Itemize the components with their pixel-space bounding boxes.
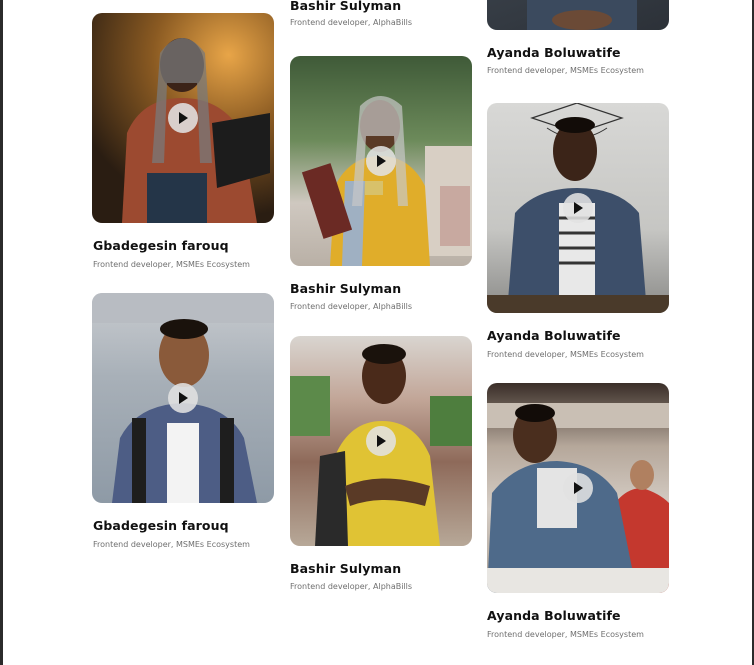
card-role: Frontend developer, MSMEs Ecosystem [93, 540, 250, 549]
video-thumbnail[interactable] [92, 13, 274, 223]
play-icon [574, 482, 583, 494]
video-thumbnail[interactable] [487, 103, 669, 313]
play-button[interactable] [168, 103, 198, 133]
card-role: Frontend developer, AlphaBills [290, 582, 413, 591]
play-icon [574, 202, 583, 214]
card-role: Frontend developer, MSMEs Ecosystem [487, 66, 644, 75]
card-name: Gbadegesin farouq [93, 518, 229, 533]
play-button[interactable] [168, 383, 198, 413]
play-icon [377, 155, 386, 167]
play-icon [377, 435, 386, 447]
card-name: Bashir Sulyman [290, 0, 402, 13]
video-thumbnail[interactable] [487, 0, 669, 30]
window-border-left [0, 0, 3, 665]
video-thumbnail[interactable] [290, 56, 472, 266]
card-name: Bashir Sulyman [290, 561, 402, 576]
card-name: Ayanda Boluwatife [487, 45, 621, 60]
card-name: Bashir Sulyman [290, 281, 402, 296]
play-button[interactable] [366, 146, 396, 176]
card-name: Ayanda Boluwatife [487, 328, 621, 343]
play-button[interactable] [563, 473, 593, 503]
play-icon [179, 392, 188, 404]
play-icon [179, 112, 188, 124]
card-role: Frontend developer, MSMEs Ecosystem [487, 350, 644, 359]
card-name: Ayanda Boluwatife [487, 608, 621, 623]
play-button[interactable] [366, 426, 396, 456]
card-name: Gbadegesin farouq [93, 238, 229, 253]
card-role: Frontend developer, AlphaBills [290, 302, 413, 311]
card-role: Frontend developer, AlphaBills [290, 18, 413, 27]
video-thumbnail[interactable] [290, 336, 472, 546]
card-role: Frontend developer, MSMEs Ecosystem [487, 630, 644, 639]
card-role: Frontend developer, MSMEs Ecosystem [93, 260, 250, 269]
play-button[interactable] [563, 193, 593, 223]
video-thumbnail[interactable] [487, 383, 669, 593]
video-thumbnail[interactable] [92, 293, 274, 503]
